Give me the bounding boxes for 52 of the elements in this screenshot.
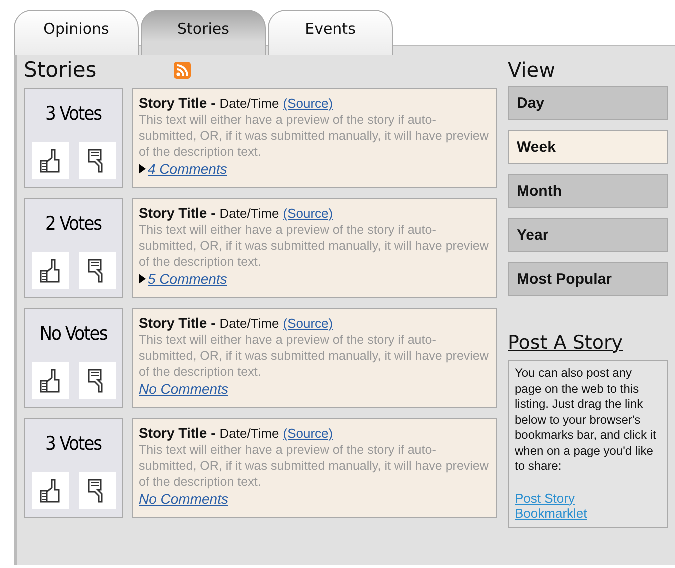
source-link[interactable]: (Source) — [283, 206, 334, 221]
date-time: Date/Time — [220, 316, 280, 331]
thumbs-down-button[interactable] — [78, 362, 116, 399]
thumbs-down-button[interactable] — [78, 472, 116, 509]
view-heading: View — [508, 58, 556, 82]
expand-triangle-icon[interactable] — [139, 164, 146, 174]
view-option[interactable]: Day — [508, 86, 668, 120]
thumbs-up-button[interactable] — [32, 472, 68, 509]
vote-count: 3 Votes — [45, 433, 102, 455]
view-option[interactable]: Year — [508, 218, 668, 252]
source-link[interactable]: (Source) — [283, 316, 334, 331]
vote-count: 3 Votes — [45, 103, 102, 125]
post-instructions: You can also post any page on the web to this listing. Just drag the link below to your browser's bookmarks bar, and click it when on a page you'd like to share: — [515, 366, 658, 474]
vote-count: No Votes — [40, 323, 108, 345]
story-title: Story Title - — [139, 315, 216, 331]
thumbs-down-button[interactable] — [78, 142, 116, 179]
bookmarklet-link[interactable]: Post Story Bookmarklet — [515, 490, 595, 520]
source-link[interactable]: (Source) — [283, 96, 334, 111]
tab[interactable]: Opinions — [14, 10, 139, 55]
post-heading: Post A Story — [508, 332, 624, 354]
comments-link[interactable]: No Comments — [139, 491, 228, 507]
expand-triangle-icon[interactable] — [139, 274, 146, 284]
thumbs-down-button[interactable] — [78, 252, 116, 289]
view-option[interactable]: Week — [508, 130, 668, 164]
source-link[interactable]: (Source) — [283, 426, 334, 441]
date-time: Date/Time — [220, 96, 280, 111]
story-preview: This text will either have a preview of the story if auto-submitted, OR, if it was submitted manually, it will have preview of the description text. — [139, 112, 490, 160]
story-preview: This text will either have a preview of the story if auto-submitted, OR, if it was submitted manually, it will have preview of the description text. — [139, 332, 490, 380]
thumbs-up-button[interactable] — [32, 252, 68, 289]
story-title: Story Title - — [139, 95, 216, 111]
comments-link[interactable]: 5 Comments — [148, 271, 228, 287]
vote-count: 2 Votes — [45, 213, 102, 235]
comments-link[interactable]: 4 Comments — [148, 161, 228, 177]
section-heading: Stories — [24, 58, 98, 82]
rss-icon[interactable] — [174, 62, 191, 78]
story-title: Story Title - — [139, 425, 216, 441]
tab[interactable]: Stories — [141, 10, 266, 55]
view-option[interactable]: Most Popular — [508, 262, 668, 296]
thumbs-up-icon — [39, 258, 61, 284]
comments-link[interactable]: No Comments — [139, 381, 228, 397]
story-title: Story Title - — [139, 205, 216, 221]
story-preview: This text will either have a preview of the story if auto-submitted, OR, if it was submitted manually, it will have preview of the description text. — [139, 442, 490, 490]
story-preview: This text will either have a preview of the story if auto-submitted, OR, if it was submitted manually, it will have preview of the description text. — [139, 222, 490, 270]
thumbs-up-button[interactable] — [32, 142, 68, 179]
thumbs-up-icon — [39, 478, 61, 504]
view-option[interactable]: Month — [508, 174, 668, 208]
tab[interactable]: Events — [268, 10, 393, 55]
thumbs-up-icon — [39, 368, 61, 394]
thumbs-up-icon — [39, 148, 61, 174]
thumbs-up-button[interactable] — [32, 362, 68, 399]
date-time: Date/Time — [220, 206, 280, 221]
date-time: Date/Time — [220, 426, 280, 441]
